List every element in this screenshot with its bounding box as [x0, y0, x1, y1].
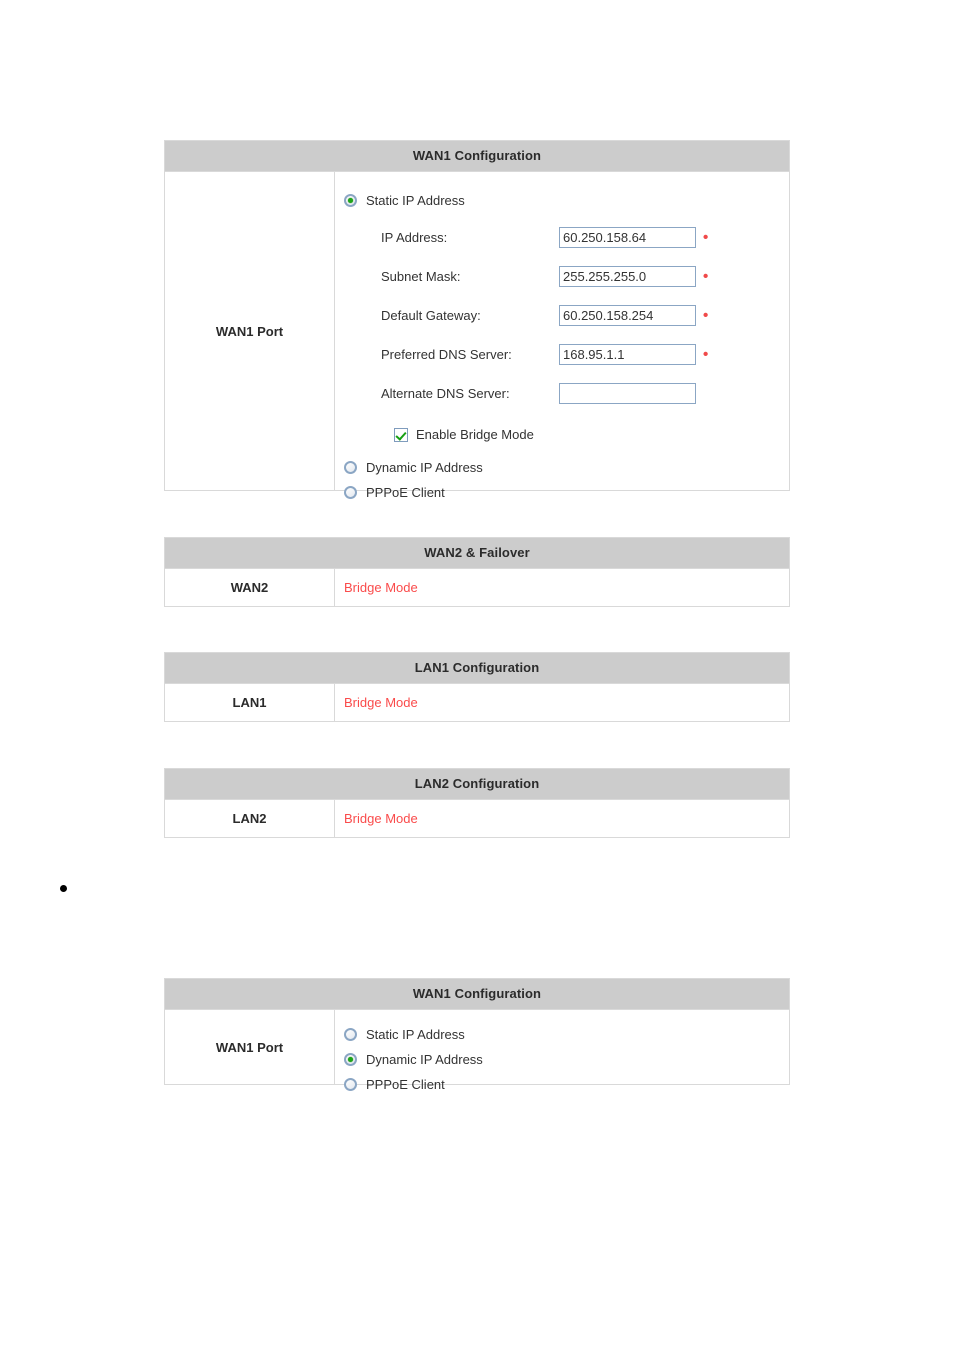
wan2-status-badge: Bridge Mode [344, 580, 418, 595]
field-label-default-gateway: Default Gateway: [381, 308, 481, 323]
radio-label-static-ip-address: Static IP Address [366, 193, 465, 208]
radio-row-static-ip-address[interactable]: Static IP Address [344, 188, 789, 213]
lan1-status-badge: Bridge Mode [344, 695, 418, 710]
field-row-preferred-dns-server: Preferred DNS Server: • [381, 335, 789, 374]
radio-label-dynamic-ip-address: Dynamic IP Address [366, 460, 483, 475]
bullet-point-icon [60, 885, 67, 892]
field-row-ip-address: IP Address: • [381, 218, 789, 257]
lan2-row-label-cell: LAN2 [165, 800, 335, 837]
lan1-status-cell: Bridge Mode [335, 684, 789, 721]
wan1-static-table-body: WAN1 Port Static IP Address IP Address: … [165, 172, 789, 500]
required-marker-subnet-mask: • [703, 267, 709, 285]
lan2-status-badge: Bridge Mode [344, 811, 418, 826]
wan1-port-label-cell: WAN1 Port [165, 172, 335, 490]
required-marker-preferred-dns-server: • [703, 345, 709, 363]
checkbox-enable-bridge-mode-icon[interactable] [394, 427, 408, 442]
wan1-dynamic-table-body: WAN1 Port Static IP Address Dynamic IP A… [165, 1010, 789, 1092]
radio-row-dynamic-ip-address[interactable]: Dynamic IP Address [344, 455, 789, 480]
lan2-row-label: LAN2 [232, 811, 267, 826]
radio-row-dynamic-table-static-ip-address[interactable]: Static IP Address [344, 1022, 789, 1047]
field-label-alternate-dns-server: Alternate DNS Server: [381, 386, 510, 401]
field-row-default-gateway: Default Gateway: • [381, 296, 789, 335]
lan1-table-header: LAN1 Configuration [165, 653, 789, 684]
radio-row-dynamic-table-dynamic-ip-address[interactable]: Dynamic IP Address [344, 1047, 789, 1072]
wan2-status-cell: Bridge Mode [335, 569, 789, 606]
wan1-dynamic-configuration-table: WAN1 Configuration WAN1 Port Static IP A… [164, 978, 790, 1092]
checkbox-row-enable-bridge-mode[interactable]: Enable Bridge Mode [394, 422, 789, 447]
radio-dynamic-table-dynamic-ip-address-icon[interactable] [344, 1053, 357, 1066]
lan2-status-cell: Bridge Mode [335, 800, 789, 837]
default-gateway-input[interactable] [559, 305, 696, 326]
wan2-failover-table: WAN2 & Failover WAN2 Bridge Mode [164, 537, 790, 607]
lan2-table-header: LAN2 Configuration [165, 769, 789, 800]
subnet-mask-input[interactable] [559, 266, 696, 287]
field-label-subnet-mask: Subnet Mask: [381, 269, 461, 284]
wan2-row-label-cell: WAN2 [165, 569, 335, 606]
preferred-dns-server-input[interactable] [559, 344, 696, 365]
lan1-configuration-table: LAN1 Configuration LAN1 Bridge Mode [164, 652, 790, 722]
wan1-static-table-header: WAN1 Configuration [165, 141, 789, 172]
required-marker-ip-address: • [703, 228, 709, 246]
wan1-dynamic-table-header: WAN1 Configuration [165, 979, 789, 1010]
static-ip-fields-group: IP Address: • Subnet Mask: • Default Gat… [344, 218, 789, 447]
lan1-row-label: LAN1 [232, 695, 267, 710]
lan1-table-body: LAN1 Bridge Mode [165, 684, 789, 721]
radio-dynamic-ip-address-icon[interactable] [344, 461, 357, 474]
checkbox-label-enable-bridge-mode: Enable Bridge Mode [416, 427, 534, 442]
field-row-subnet-mask: Subnet Mask: • [381, 257, 789, 296]
wan1-dynamic-content-cell: Static IP Address Dynamic IP Address PPP… [335, 1010, 789, 1092]
radio-label-dynamic-table-static-ip-address: Static IP Address [366, 1027, 465, 1042]
wan2-row-label: WAN2 [230, 580, 269, 595]
radio-dynamic-table-static-ip-address-icon[interactable] [344, 1028, 357, 1041]
required-marker-default-gateway: • [703, 306, 709, 324]
field-row-alternate-dns-server: Alternate DNS Server: [381, 374, 789, 413]
lan2-table-body: LAN2 Bridge Mode [165, 800, 789, 837]
radio-label-dynamic-table-pppoe-client: PPPoE Client [366, 1077, 445, 1092]
radio-dynamic-table-pppoe-client-icon[interactable] [344, 1078, 357, 1091]
radio-row-dynamic-table-pppoe-client[interactable]: PPPoE Client [344, 1072, 789, 1097]
radio-row-pppoe-client[interactable]: PPPoE Client [344, 480, 789, 505]
wan1-static-content-cell: Static IP Address IP Address: • Subnet M… [335, 172, 789, 500]
field-label-preferred-dns-server: Preferred DNS Server: [381, 347, 512, 362]
wan1-dynamic-port-label-cell: WAN1 Port [165, 1010, 335, 1084]
bullet-list-item [60, 880, 760, 892]
alternate-dns-server-input[interactable] [559, 383, 696, 404]
static-table-other-modes-group: Dynamic IP Address PPPoE Client [344, 455, 789, 505]
lan2-configuration-table: LAN2 Configuration LAN2 Bridge Mode [164, 768, 790, 838]
document-page: WAN1 Configuration WAN1 Port Static IP A… [0, 0, 954, 1350]
wan2-failover-table-header: WAN2 & Failover [165, 538, 789, 569]
radio-static-ip-address-icon[interactable] [344, 194, 357, 207]
lan1-row-label-cell: LAN1 [165, 684, 335, 721]
wan1-static-configuration-table: WAN1 Configuration WAN1 Port Static IP A… [164, 140, 790, 500]
radio-label-pppoe-client: PPPoE Client [366, 485, 445, 500]
ip-address-input[interactable] [559, 227, 696, 248]
wan2-failover-table-body: WAN2 Bridge Mode [165, 569, 789, 606]
radio-pppoe-client-icon[interactable] [344, 486, 357, 499]
wan1-dynamic-port-label: WAN1 Port [215, 1039, 284, 1055]
radio-label-dynamic-table-dynamic-ip-address: Dynamic IP Address [366, 1052, 483, 1067]
wan1-port-label: WAN1 Port [215, 323, 284, 339]
field-label-ip-address: IP Address: [381, 230, 448, 245]
